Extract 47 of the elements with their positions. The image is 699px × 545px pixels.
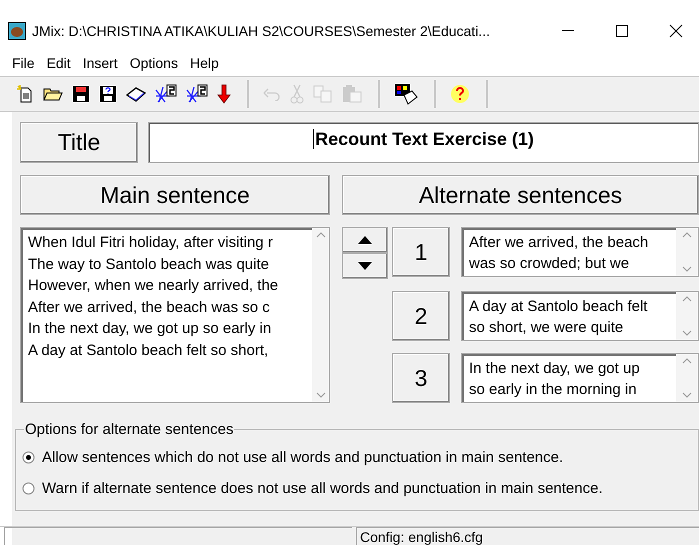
alternate-sentence-field[interactable]: After we arrived, the beach was so crowded; but we: [461, 227, 699, 277]
alternate-sentences-button[interactable]: Alternate sentences: [342, 175, 699, 215]
scroll-up-icon[interactable]: [316, 232, 326, 238]
menu-item[interactable]: Insert: [76, 55, 124, 71]
move-down-button[interactable]: [342, 253, 388, 279]
scroll-down-icon[interactable]: [682, 392, 692, 398]
scroll-down-icon[interactable]: [682, 266, 692, 272]
menu-item[interactable]: Edit: [40, 55, 77, 71]
group-label: Options for alternate sentences: [24, 421, 234, 438]
maximize-icon[interactable]: [616, 25, 628, 37]
radio-button[interactable]: [22, 451, 35, 464]
title-button[interactable]: Title: [20, 122, 138, 163]
radio-button[interactable]: [22, 482, 35, 495]
scroll-down-icon[interactable]: [682, 330, 692, 336]
down-triangle-icon: [358, 262, 372, 270]
alternate-sentence-field[interactable]: In the next day, we got up so early in the morning in: [461, 353, 699, 403]
app-icon: [8, 22, 26, 40]
minimize-icon[interactable]: [562, 30, 574, 32]
menu-item[interactable]: Help: [184, 55, 225, 71]
scroll-up-icon[interactable]: [682, 296, 692, 302]
menu-item[interactable]: Options: [124, 55, 184, 71]
folder-icon[interactable]: [43, 86, 63, 102]
help-icon[interactable]: [450, 84, 470, 104]
book-icon[interactable]: [126, 86, 146, 102]
web-page-icon[interactable]: [186, 84, 208, 104]
menu-item[interactable]: File: [6, 55, 41, 71]
window-title: JMix: D:\CHRISTINA ATIKA\KULIAH S2\COURSES\Semester 2\Educati...: [32, 23, 491, 39]
down-arrow-icon[interactable]: [217, 84, 231, 104]
main-sentence-button[interactable]: Main sentence: [20, 175, 330, 215]
scroll-down-icon[interactable]: [316, 392, 326, 398]
status-panel: Config: english6.cfg: [356, 527, 699, 545]
up-triangle-icon: [358, 236, 372, 244]
number-button[interactable]: 3: [392, 353, 450, 403]
web-page-icon[interactable]: [155, 84, 177, 104]
radio-label[interactable]: Warn if alternate sentence does not use all words and punctuation in main sentence.: [42, 480, 603, 497]
alternate-sentence-field[interactable]: A day at Santolo beach felt so short, we were quite: [461, 291, 699, 341]
scroll-up-icon[interactable]: [682, 358, 692, 364]
number-button[interactable]: 1: [392, 227, 450, 277]
radio-label[interactable]: Allow sentences which do not use all words and punctuation in main sentence.: [42, 449, 564, 466]
title-field[interactable]: Recount Text Exercise (1): [148, 122, 699, 163]
close-icon[interactable]: [669, 24, 683, 38]
main-sentence-field[interactable]: When Idul Fitri holiday, after visiting r The way to Santolo beach was quite However, when we nearly arrived, the After we arrived, the beach was so c In the next day, we got up so early in A day at Santolo beach felt so short,: [20, 227, 330, 403]
move-up-button[interactable]: [342, 227, 388, 253]
scroll-up-icon[interactable]: [682, 232, 692, 238]
new-file-icon[interactable]: [16, 85, 34, 103]
number-button[interactable]: 2: [392, 291, 450, 341]
palette-icon[interactable]: [394, 83, 418, 105]
